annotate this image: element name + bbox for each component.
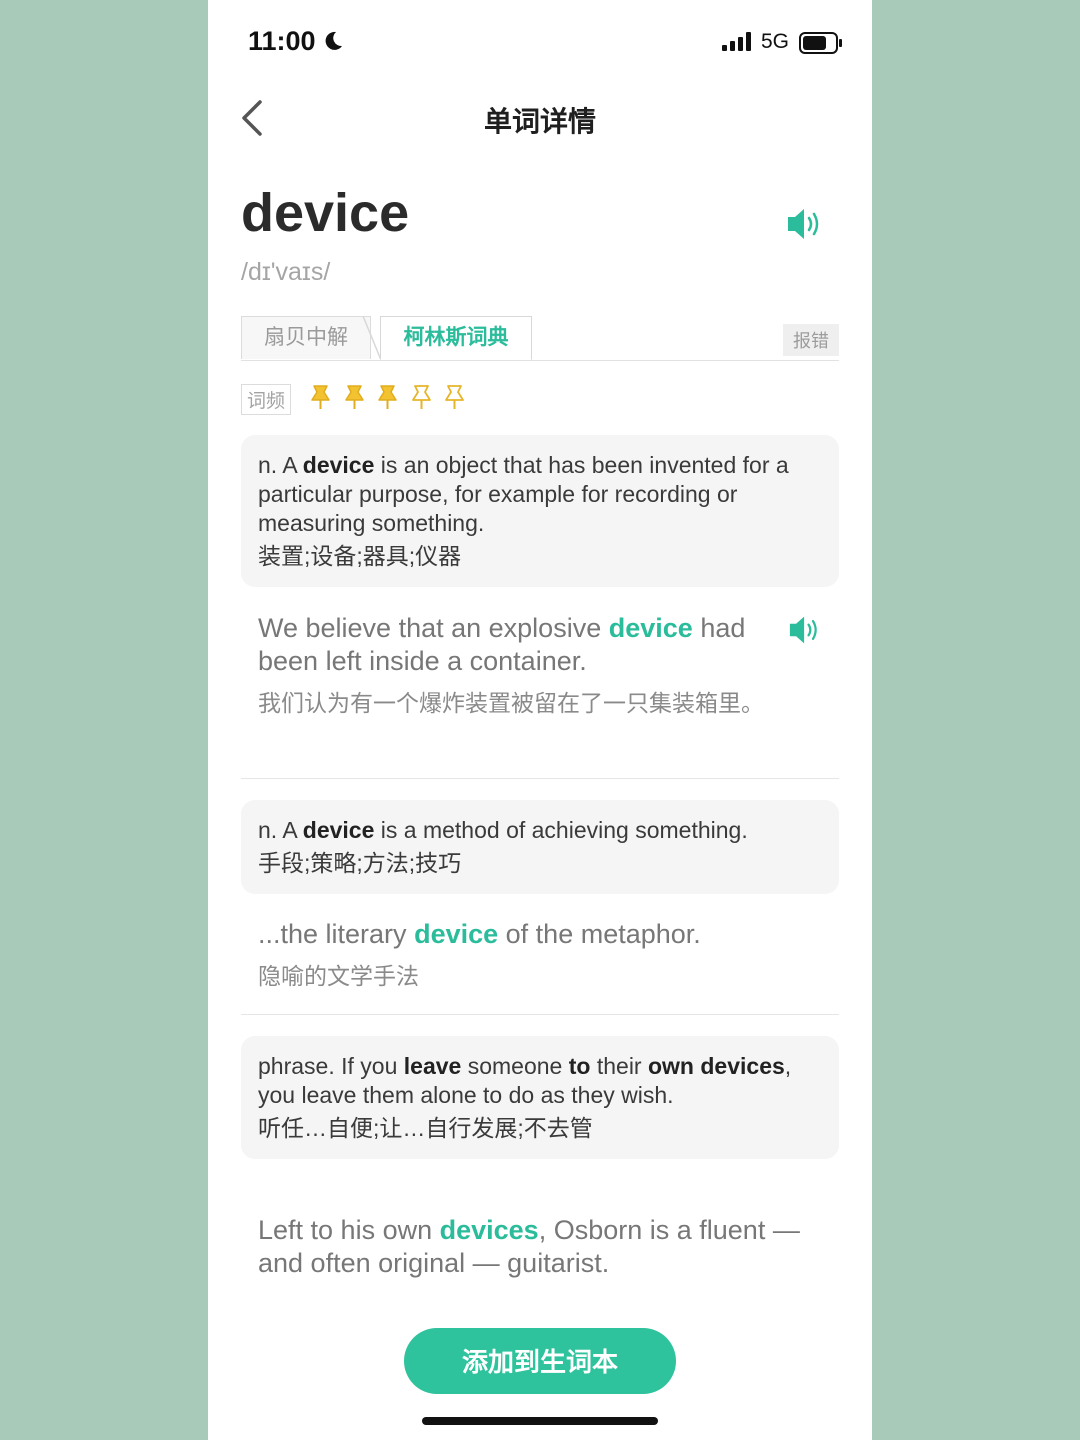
frequency-label: 词频 — [241, 384, 292, 415]
example-english: ...the literary device of the metaphor. — [258, 918, 818, 951]
definition-card: phrase. If you leave someone to their ow… — [241, 1036, 839, 1159]
page-title: 单词详情 — [483, 106, 596, 137]
example-text: We believe that an explosive — [258, 613, 602, 643]
definition-pos: phrase. — [258, 1053, 335, 1079]
example-sentence: Left to his own devices, Osborn is a flu… — [258, 1214, 818, 1280]
pin-filled-icon — [345, 385, 364, 409]
definition-card: n. A device is a method of achieving som… — [241, 800, 839, 894]
pronunciation-speaker-icon[interactable] — [786, 206, 824, 242]
definition-translation: 装置;设备;器具;仪器 — [258, 543, 462, 569]
definition-pos: n. — [258, 452, 278, 478]
definition-keyword: devices — [700, 1053, 785, 1079]
tab-collins[interactable]: 柯林斯词典 — [380, 316, 532, 360]
phone-screen: 11:00 5G 单词详情 device /dɪ'vaɪs/ 扇贝中解 柯林斯词… — [208, 0, 872, 1440]
definition-keyword: own — [647, 1053, 694, 1079]
definition-keyword: leave — [403, 1053, 462, 1079]
report-error-button[interactable]: 报错 — [783, 324, 839, 356]
signal-icon — [722, 32, 751, 51]
definition-text: someone — [467, 1053, 563, 1079]
network-type: 5G — [761, 30, 790, 53]
home-indicator[interactable] — [422, 1417, 658, 1425]
pin-filled-icon — [311, 385, 331, 409]
definition-text: A — [282, 817, 297, 843]
status-bar: 11:00 5G — [208, 0, 872, 84]
example-highlight: device — [608, 613, 693, 643]
pin-empty-icon — [445, 385, 465, 409]
definition-text: If you — [341, 1053, 398, 1079]
status-time: 11:00 — [248, 26, 316, 56]
nav-bar: 单词详情 — [208, 84, 872, 154]
definition-card: n. A device is an object that has been i… — [241, 435, 839, 587]
tab-shanbay[interactable]: 扇贝中解 — [241, 316, 371, 359]
example-text: ...the literary — [258, 919, 407, 949]
moon-icon — [325, 31, 342, 50]
word-frequency: 词频 — [241, 384, 472, 415]
definition-text: their — [596, 1053, 642, 1079]
definition-translation: 手段;策略;方法;技巧 — [258, 850, 462, 876]
example-sentence: ...the literary device of the metaphor. … — [258, 918, 818, 994]
definition-keyword: to — [568, 1053, 591, 1079]
example-highlight: devices — [439, 1215, 539, 1245]
example-text: of the metaphor. — [505, 919, 701, 949]
definition-headword: device — [302, 452, 375, 478]
definition-pos: n. — [258, 817, 278, 843]
example-translation: 隐喻的文学手法 — [258, 963, 419, 989]
definition-text: is a method of achieving something. — [380, 817, 748, 843]
example-translation: 我们认为有一个爆炸装置被留在了一只集装箱里。 — [258, 690, 764, 716]
pin-empty-icon — [411, 385, 431, 409]
definition-text: A — [282, 452, 297, 478]
example-text: Left to his own — [258, 1215, 433, 1245]
divider — [241, 778, 839, 779]
example-sentence: We believe that an explosive device had … — [258, 612, 768, 721]
example-speaker-icon[interactable] — [788, 614, 822, 646]
add-to-vocabulary-button[interactable]: 添加到生词本 — [404, 1328, 676, 1394]
phonetic: /dɪ'vaɪs/ — [241, 258, 331, 286]
dictionary-tabs: 扇贝中解 柯林斯词典 报错 — [241, 316, 839, 361]
example-english: Left to his own devices, Osborn is a flu… — [258, 1214, 818, 1280]
battery-icon — [799, 32, 842, 54]
definition-translation: 听任…自便;让…自行发展;不去管 — [258, 1115, 593, 1141]
pin-filled-icon — [378, 385, 398, 409]
frequency-pins — [309, 384, 472, 415]
headword: device — [241, 183, 410, 243]
divider — [241, 1014, 839, 1015]
example-highlight: device — [414, 919, 499, 949]
definition-headword: device — [302, 817, 375, 843]
example-english: We believe that an explosive device had … — [258, 612, 768, 678]
